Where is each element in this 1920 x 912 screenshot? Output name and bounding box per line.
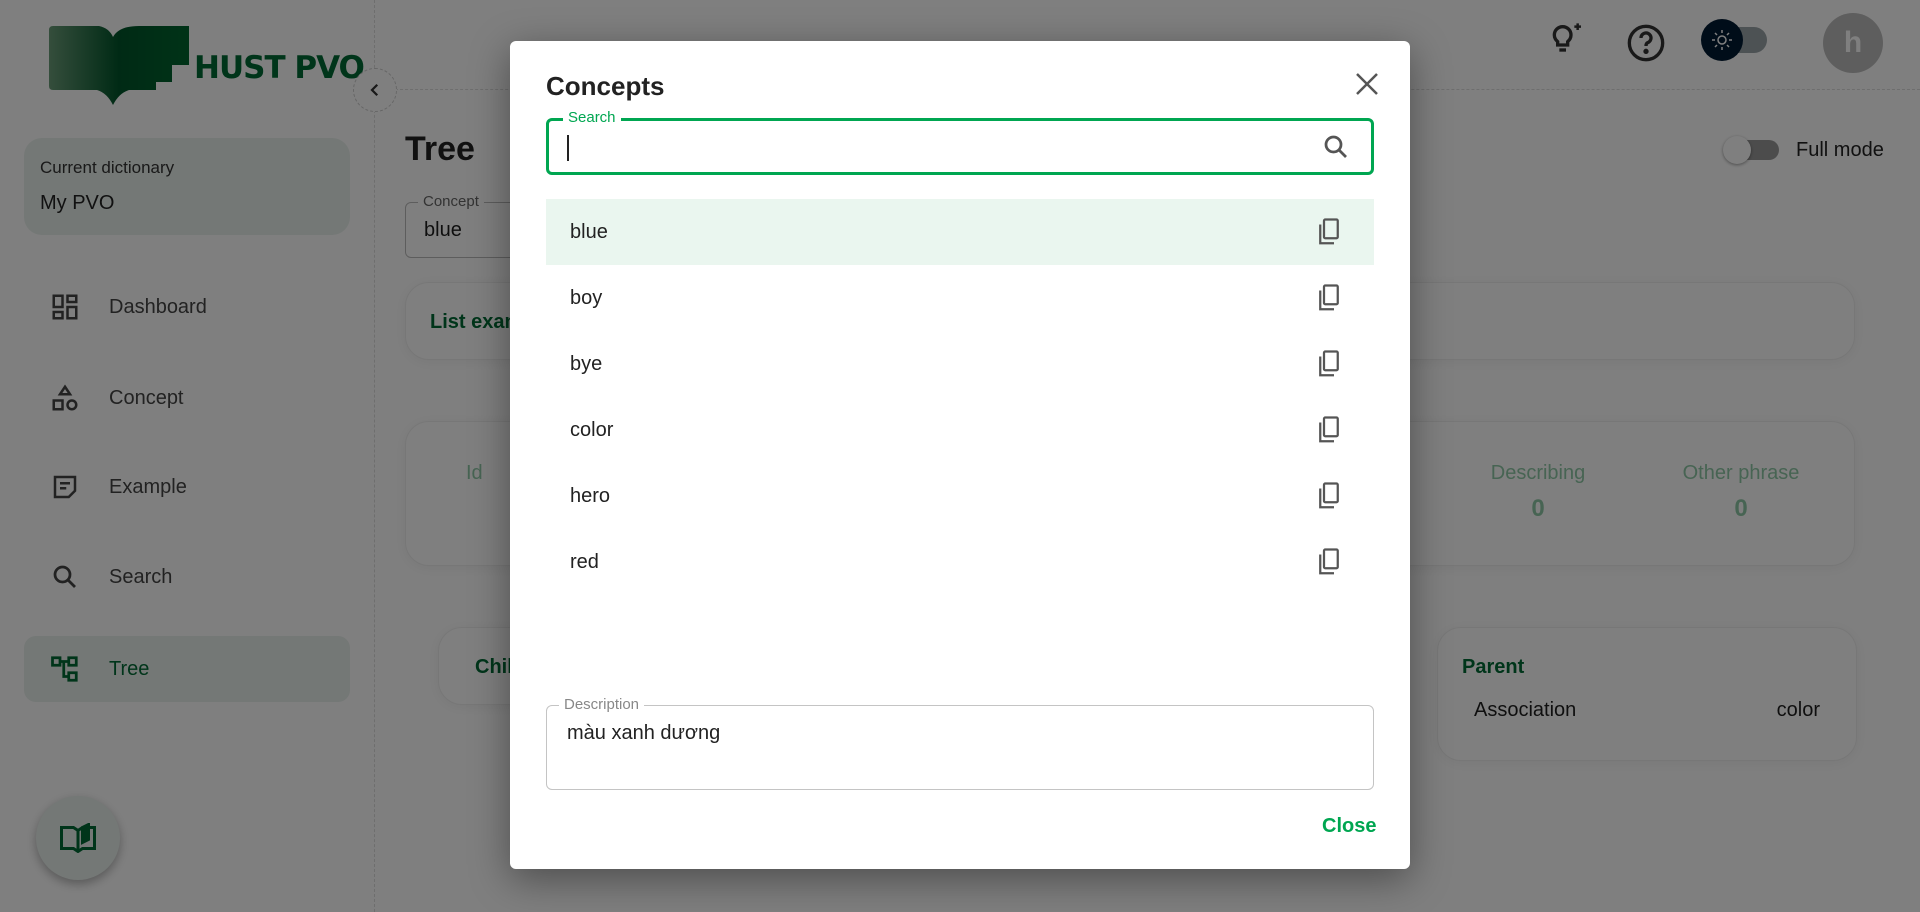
dialog-title: Concepts — [546, 71, 665, 101]
concept-name: boy — [570, 286, 603, 309]
search-icon[interactable] — [1321, 132, 1351, 162]
list-item[interactable]: blue — [546, 199, 1374, 265]
list-item[interactable]: boy — [546, 265, 1374, 331]
concept-list: blue boy bye color hero red — [546, 199, 1374, 595]
concept-name: blue — [570, 220, 608, 243]
text-caret — [567, 135, 569, 161]
copy-icon[interactable] — [1314, 547, 1344, 577]
copy-icon[interactable] — [1314, 415, 1344, 445]
description-field[interactable]: Description màu xanh dương — [546, 696, 1374, 790]
description-value: màu xanh dương — [567, 722, 721, 744]
description-label: Description — [559, 696, 645, 713]
concept-name: red — [570, 550, 599, 573]
copy-icon[interactable] — [1314, 349, 1344, 379]
list-item[interactable]: color — [546, 397, 1374, 463]
concepts-dialog: Concepts Search blue boy bye color hero red D… — [510, 41, 1410, 869]
close-icon[interactable] — [1352, 69, 1382, 99]
list-item[interactable]: bye — [546, 331, 1374, 397]
close-button[interactable]: Close — [1322, 815, 1376, 838]
list-item[interactable]: hero — [546, 463, 1374, 529]
concept-name: bye — [570, 352, 603, 375]
list-item[interactable]: red — [546, 529, 1374, 595]
concept-name: hero — [570, 484, 611, 507]
copy-icon[interactable] — [1314, 481, 1344, 511]
concept-name: color — [570, 418, 614, 441]
search-label: Search — [563, 109, 621, 126]
search-input[interactable]: Search — [546, 109, 1374, 175]
copy-icon[interactable] — [1314, 217, 1344, 247]
copy-icon[interactable] — [1314, 283, 1344, 313]
